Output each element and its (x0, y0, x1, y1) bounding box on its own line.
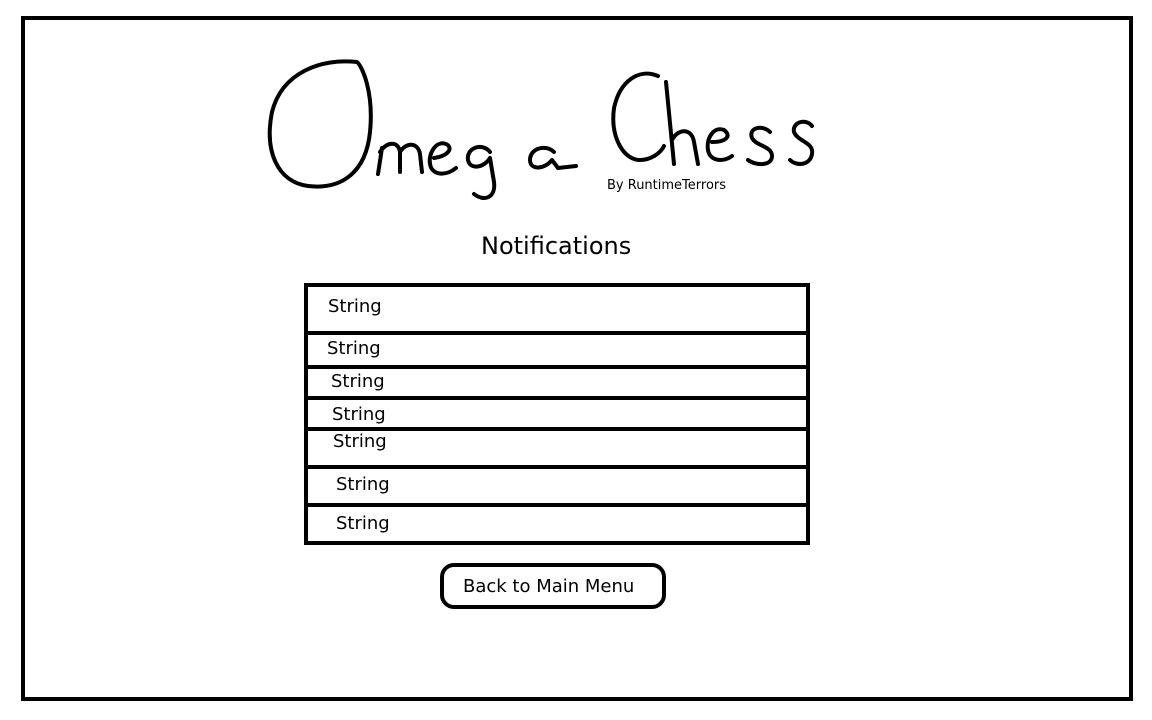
notification-row[interactable]: String (308, 431, 806, 469)
notification-row[interactable]: String (308, 400, 806, 431)
notification-row[interactable]: String (308, 335, 806, 369)
omega-chess-logo (262, 52, 822, 208)
back-to-main-menu-button[interactable]: Back to Main Menu (440, 563, 666, 609)
notification-text: String (333, 431, 387, 452)
notification-row[interactable]: String (308, 469, 806, 507)
notification-text: String (327, 338, 381, 359)
notifications-list: String String String String String Strin… (304, 283, 810, 545)
notification-text: String (336, 474, 390, 495)
byline: By RuntimeTerrors (607, 178, 727, 193)
notification-text: String (328, 296, 382, 317)
page-title: Notifications (481, 232, 632, 260)
notification-text: String (336, 513, 390, 534)
notification-text: String (332, 404, 386, 425)
notification-row[interactable]: String (308, 287, 806, 335)
notification-row[interactable]: String (308, 369, 806, 400)
back-button-label: Back to Main Menu (463, 576, 635, 597)
notification-text: String (331, 371, 385, 392)
notification-row[interactable]: String (308, 507, 806, 541)
